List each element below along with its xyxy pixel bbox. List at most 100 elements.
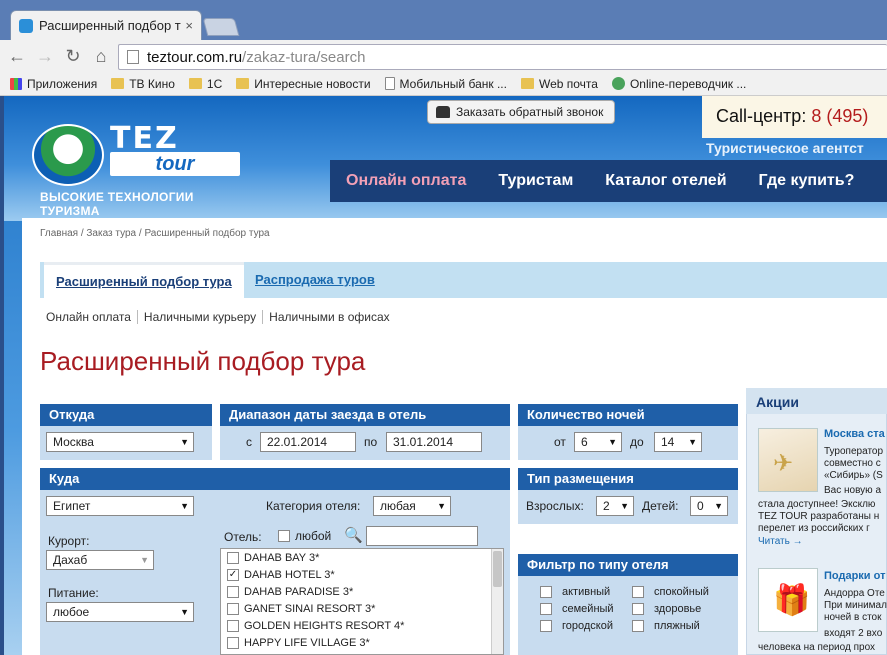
hotel-list-item[interactable]: DAHAB PARADISE 3* bbox=[227, 586, 353, 598]
home-icon[interactable]: ⌂ bbox=[90, 46, 112, 67]
hotel-type-calm[interactable]: спокойный bbox=[632, 586, 709, 598]
breadcrumb[interactable]: Главная / Заказ тура / Расширенный подбо… bbox=[40, 228, 270, 239]
checkbox[interactable] bbox=[540, 586, 552, 598]
from-select[interactable]: Москва ▼ bbox=[46, 432, 194, 452]
browser-tab-active[interactable]: Расширенный подбор т × bbox=[10, 10, 202, 40]
nav-hotel-catalog[interactable]: Каталог отелей bbox=[589, 172, 742, 190]
checkbox[interactable] bbox=[632, 603, 644, 615]
date-to-label: по bbox=[364, 435, 378, 449]
scrollbar-thumb[interactable] bbox=[493, 551, 502, 587]
window-edge bbox=[0, 96, 4, 655]
promo-text-line: Вас новую а bbox=[824, 485, 882, 496]
reload-icon[interactable]: ↻ bbox=[62, 46, 84, 67]
promo-text-line: перелет из российских г bbox=[758, 523, 870, 534]
hotel-label: Отель: bbox=[224, 530, 262, 544]
promo-title[interactable]: Москва ста bbox=[824, 428, 887, 440]
promo-text-line: ночей в сток bbox=[824, 612, 882, 623]
hotel-category-select[interactable]: любая ▼ bbox=[373, 496, 451, 516]
hotel-any-checkbox[interactable]: любой bbox=[278, 529, 331, 543]
hotel-list-item[interactable]: HAPPY LIFE VILLAGE 3* bbox=[227, 637, 370, 649]
bookmark-label: 1С bbox=[206, 76, 223, 91]
promo-image-airplane[interactable]: ✈ bbox=[758, 428, 818, 492]
hotel-name: DAHAB BAY 3* bbox=[244, 552, 320, 564]
tab-tour-sale[interactable]: Распродажа туров bbox=[255, 272, 375, 287]
meal-select[interactable]: любое ▼ bbox=[46, 602, 194, 622]
back-arrow-icon[interactable]: ← bbox=[6, 46, 28, 67]
hotel-list-scrollbar[interactable] bbox=[491, 549, 503, 654]
address-bar[interactable]: teztour.com.ru/zakaz-tura/search bbox=[118, 44, 887, 70]
airplane-icon: ✈ bbox=[773, 450, 794, 477]
date-from-label: с bbox=[246, 435, 252, 449]
checkbox[interactable] bbox=[227, 637, 239, 649]
link-online-payment[interactable]: Онлайн оплата bbox=[40, 310, 138, 324]
checkbox-checked[interactable]: ✓ bbox=[227, 569, 239, 581]
hotel-type-health[interactable]: здоровье bbox=[632, 603, 701, 615]
logo-tour-text[interactable]: tour bbox=[110, 152, 240, 176]
destination-value: Египет bbox=[53, 499, 91, 513]
bookmark-tv-kino[interactable]: ТВ Кино bbox=[111, 77, 175, 91]
checkbox[interactable] bbox=[278, 530, 290, 542]
hotel-type-label: активный bbox=[562, 586, 611, 598]
forward-arrow-icon[interactable]: → bbox=[34, 46, 56, 67]
promo-title[interactable]: Подарки от bbox=[824, 570, 887, 582]
dates-panel: Диапазон даты заезда в отель с 22.01.201… bbox=[220, 404, 510, 460]
hotel-list-item[interactable]: DAHAB BAY 3* bbox=[227, 552, 319, 564]
checkbox[interactable] bbox=[227, 586, 239, 598]
tab-advanced-search[interactable]: Расширенный подбор тура bbox=[44, 262, 244, 298]
main-nav: Онлайн оплата Туристам Каталог отелей Гд… bbox=[330, 160, 887, 202]
checkbox[interactable] bbox=[632, 586, 644, 598]
hotel-type-beach[interactable]: пляжный bbox=[632, 620, 700, 632]
hotel-list-item[interactable]: ✓ DAHAB HOTEL 3* bbox=[227, 569, 335, 581]
promo-read-more[interactable]: Читать → bbox=[758, 536, 887, 548]
nav-tourists[interactable]: Туристам bbox=[482, 172, 589, 190]
hotel-list-item[interactable]: GANET SINAI RESORT 3* bbox=[227, 603, 375, 615]
link-cash-office[interactable]: Наличными в офисах bbox=[263, 310, 395, 324]
nav-online-payment[interactable]: Онлайн оплата bbox=[330, 172, 482, 190]
bookmark-mobile-bank[interactable]: Мобильный банк ... bbox=[384, 77, 507, 91]
promo-image-gift[interactable]: 🎁 bbox=[758, 568, 818, 632]
bookmark-translator[interactable]: Online-переводчик ... bbox=[611, 77, 746, 91]
bookmark-web-mail[interactable]: Web почта bbox=[520, 77, 598, 91]
folder-icon bbox=[236, 78, 250, 89]
checkbox[interactable] bbox=[227, 552, 239, 564]
nights-from-select[interactable]: 6 ▼ bbox=[574, 432, 622, 452]
nights-header: Количество ночей bbox=[518, 404, 738, 426]
hotel-list-item[interactable]: GOLDEN HEIGHTS RESORT 4* bbox=[227, 620, 404, 632]
dropdown-arrow-icon: ▼ bbox=[180, 501, 189, 511]
folder-icon bbox=[188, 78, 202, 89]
checkbox[interactable] bbox=[227, 603, 239, 615]
checkbox[interactable] bbox=[227, 620, 239, 632]
hotel-type-family[interactable]: семейный bbox=[540, 603, 614, 615]
logo-slogan: ВЫСОКИЕ ТЕХНОЛОГИИ ТУРИЗМА bbox=[40, 190, 194, 218]
hotel-search-input[interactable] bbox=[366, 526, 478, 546]
adults-select[interactable]: 2 ▼ bbox=[596, 496, 634, 516]
children-select[interactable]: 0 ▼ bbox=[690, 496, 728, 516]
link-cash-courier[interactable]: Наличными курьеру bbox=[138, 310, 264, 324]
logo-tez-text[interactable]: TEZ bbox=[110, 124, 240, 154]
checkbox[interactable] bbox=[632, 620, 644, 632]
destination-select[interactable]: Египет ▼ bbox=[46, 496, 194, 516]
hotel-any-label: любой bbox=[295, 529, 332, 543]
hotel-type-active[interactable]: активный bbox=[540, 586, 610, 598]
adults-value: 2 bbox=[603, 499, 610, 513]
checkbox[interactable] bbox=[540, 620, 552, 632]
hotel-list[interactable]: DAHAB BAY 3* ✓ DAHAB HOTEL 3* DAHAB PARAD… bbox=[220, 548, 504, 655]
resort-select[interactable]: Дахаб ▼ bbox=[46, 550, 154, 570]
date-from-input[interactable]: 22.01.2014 bbox=[260, 432, 356, 452]
date-to-input[interactable]: 31.01.2014 bbox=[386, 432, 482, 452]
dropdown-arrow-icon: ▼ bbox=[180, 437, 189, 447]
new-tab-button[interactable] bbox=[202, 18, 240, 36]
nights-panel: Количество ночей от 6 ▼ до 14 ▼ bbox=[518, 404, 738, 460]
close-tab-icon[interactable]: × bbox=[185, 18, 193, 33]
bookmark-1c[interactable]: 1С bbox=[188, 76, 223, 91]
promo-text-line: TEZ TOUR разработаны н bbox=[758, 511, 880, 522]
bookmark-apps[interactable]: Приложения bbox=[10, 77, 97, 91]
bookmark-news[interactable]: Интересные новости bbox=[236, 77, 371, 91]
tez-logo-emblem-icon[interactable] bbox=[32, 124, 104, 186]
search-icon[interactable]: 🔍 bbox=[344, 526, 363, 544]
checkbox[interactable] bbox=[540, 603, 552, 615]
callback-button[interactable]: Заказать обратный звонок bbox=[427, 100, 615, 124]
hotel-type-city[interactable]: городской bbox=[540, 620, 613, 632]
nav-where-to-buy[interactable]: Где купить? bbox=[743, 172, 871, 190]
nights-to-select[interactable]: 14 ▼ bbox=[654, 432, 702, 452]
